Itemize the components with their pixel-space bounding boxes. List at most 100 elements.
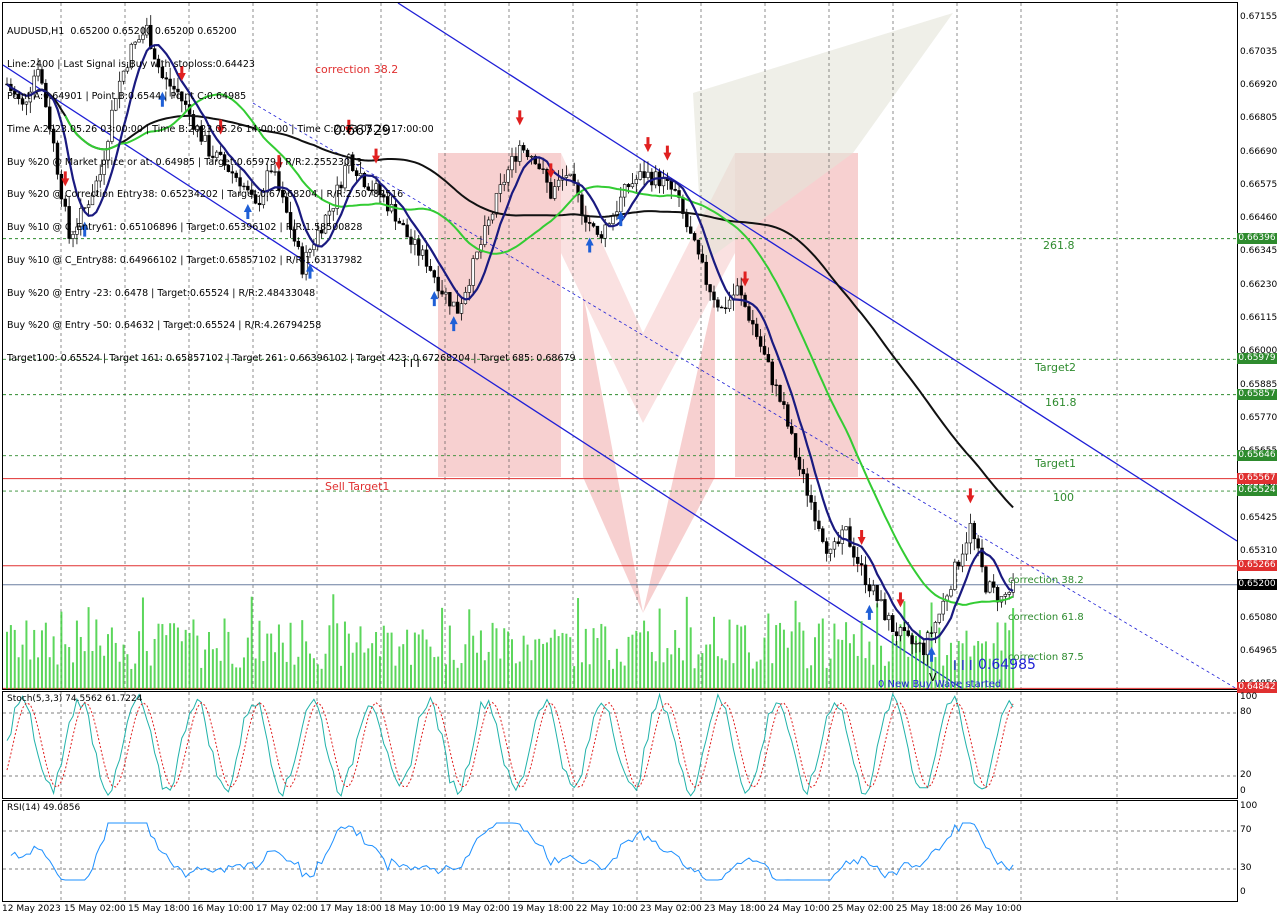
volume-bar	[130, 668, 133, 689]
rsi-panel[interactable]: RSI(14) 49.0856	[2, 800, 1238, 902]
volume-bar	[674, 630, 677, 689]
candle-body	[813, 501, 817, 522]
price-level-box: 0.65567	[1237, 472, 1277, 484]
candle-body	[988, 581, 992, 593]
volume-bar	[107, 634, 109, 689]
volume-bar	[767, 613, 770, 689]
volume-bar	[40, 630, 43, 689]
volume-bar	[386, 632, 389, 689]
candle-body	[809, 495, 813, 503]
volume-bar	[390, 632, 393, 689]
candle-body	[890, 615, 895, 633]
candle-body	[797, 456, 802, 470]
volume-bar	[118, 661, 121, 689]
volume-bar	[794, 600, 797, 689]
volume-bar	[285, 661, 288, 689]
volume-bar	[829, 658, 832, 689]
volume-bar	[375, 632, 378, 689]
price-level-box: 0.65646	[1237, 449, 1277, 461]
price-tick: 0.66345	[1240, 246, 1278, 257]
volume-bar	[542, 643, 545, 689]
sell-arrow	[663, 145, 672, 161]
volume-bar	[266, 633, 269, 689]
stochastic-svg	[3, 692, 1237, 798]
volume-bar	[670, 654, 673, 689]
candle-body	[611, 215, 615, 224]
candle-body	[723, 307, 728, 310]
volume-bar	[821, 618, 824, 689]
candle-body	[910, 635, 914, 645]
level-label-100: 100	[1053, 491, 1074, 504]
volume-bar	[208, 632, 210, 689]
volume-bar	[312, 658, 315, 689]
candle-body	[953, 561, 957, 590]
candle-body	[747, 306, 751, 321]
volume-bar	[856, 655, 859, 689]
volume-bar	[631, 634, 634, 689]
volume-bar	[402, 644, 405, 689]
volume-bar	[456, 667, 459, 689]
candle-body	[638, 171, 642, 180]
volume-bar	[678, 647, 681, 689]
volume-bar	[48, 657, 51, 689]
volume-bar	[472, 635, 475, 689]
volume-bar	[662, 662, 665, 689]
candle-body	[968, 523, 973, 544]
candle-body	[630, 183, 635, 188]
volume-bar	[685, 596, 688, 689]
candle-body	[762, 346, 767, 355]
candle-body	[995, 587, 1000, 603]
volume-bar	[468, 609, 471, 689]
volume-bar	[410, 664, 412, 689]
volume-bar	[258, 620, 261, 689]
candle-body	[685, 213, 689, 228]
stoch-label: Stoch(5,3,3) 74.5562 61.7224	[7, 694, 143, 704]
rsi-line	[10, 822, 1014, 881]
volume-bar	[157, 623, 160, 689]
price-tick: 0.65425	[1240, 512, 1278, 523]
volume-bar	[141, 597, 144, 689]
volume-bar	[169, 623, 172, 689]
rsi-tick-70: 70	[1240, 825, 1252, 835]
volume-bar	[841, 639, 844, 689]
header-line: Buy %20 @ Market price or at: 0.64985 | …	[7, 156, 363, 168]
time-label: 15 May 02:00	[64, 904, 126, 914]
volume-bar	[363, 652, 366, 689]
volume-bar	[398, 646, 401, 689]
volume-bar	[351, 652, 354, 689]
stochastic-panel[interactable]: Stoch(5,3,3) 74.5562 61.7224	[2, 691, 1238, 799]
candle-body	[642, 171, 646, 178]
candle-body	[824, 541, 829, 554]
price-tick: 0.66920	[1240, 79, 1278, 90]
candle-body	[821, 528, 825, 542]
volume-bar	[293, 664, 296, 689]
volume-bar	[227, 631, 230, 689]
candle-body	[708, 284, 712, 293]
volume-bar	[825, 667, 828, 689]
volume-bar	[378, 656, 381, 689]
main-chart-panel[interactable]: AUDUSD,H1 0.65200 0.65200 0.65200 0.6520…	[2, 2, 1238, 690]
volume-bar	[495, 628, 498, 689]
candle-body	[696, 239, 701, 255]
volume-bar	[324, 653, 327, 689]
candle-body	[595, 225, 600, 235]
volume-bar	[328, 625, 331, 689]
volume-bar	[600, 623, 603, 689]
volume-bar	[604, 626, 607, 689]
time-label: 15 May 18:00	[128, 904, 190, 914]
correction-label-top: correction 38.2	[315, 63, 399, 76]
candle-body	[817, 520, 821, 530]
volume-bar	[250, 596, 253, 689]
volume-bar	[775, 625, 778, 689]
price-tick: 0.64965	[1240, 645, 1278, 656]
rsi-tick-100: 100	[1240, 801, 1258, 811]
volume-bar	[491, 622, 494, 689]
stoch-tick-100: 100	[1240, 692, 1258, 702]
volume-bar	[514, 663, 517, 689]
volume-bar	[557, 636, 560, 689]
volume-bar	[215, 648, 218, 689]
volume-bar	[60, 611, 63, 689]
volume-bar	[526, 644, 529, 689]
volume-bar	[95, 619, 98, 689]
candle-body	[863, 564, 868, 585]
